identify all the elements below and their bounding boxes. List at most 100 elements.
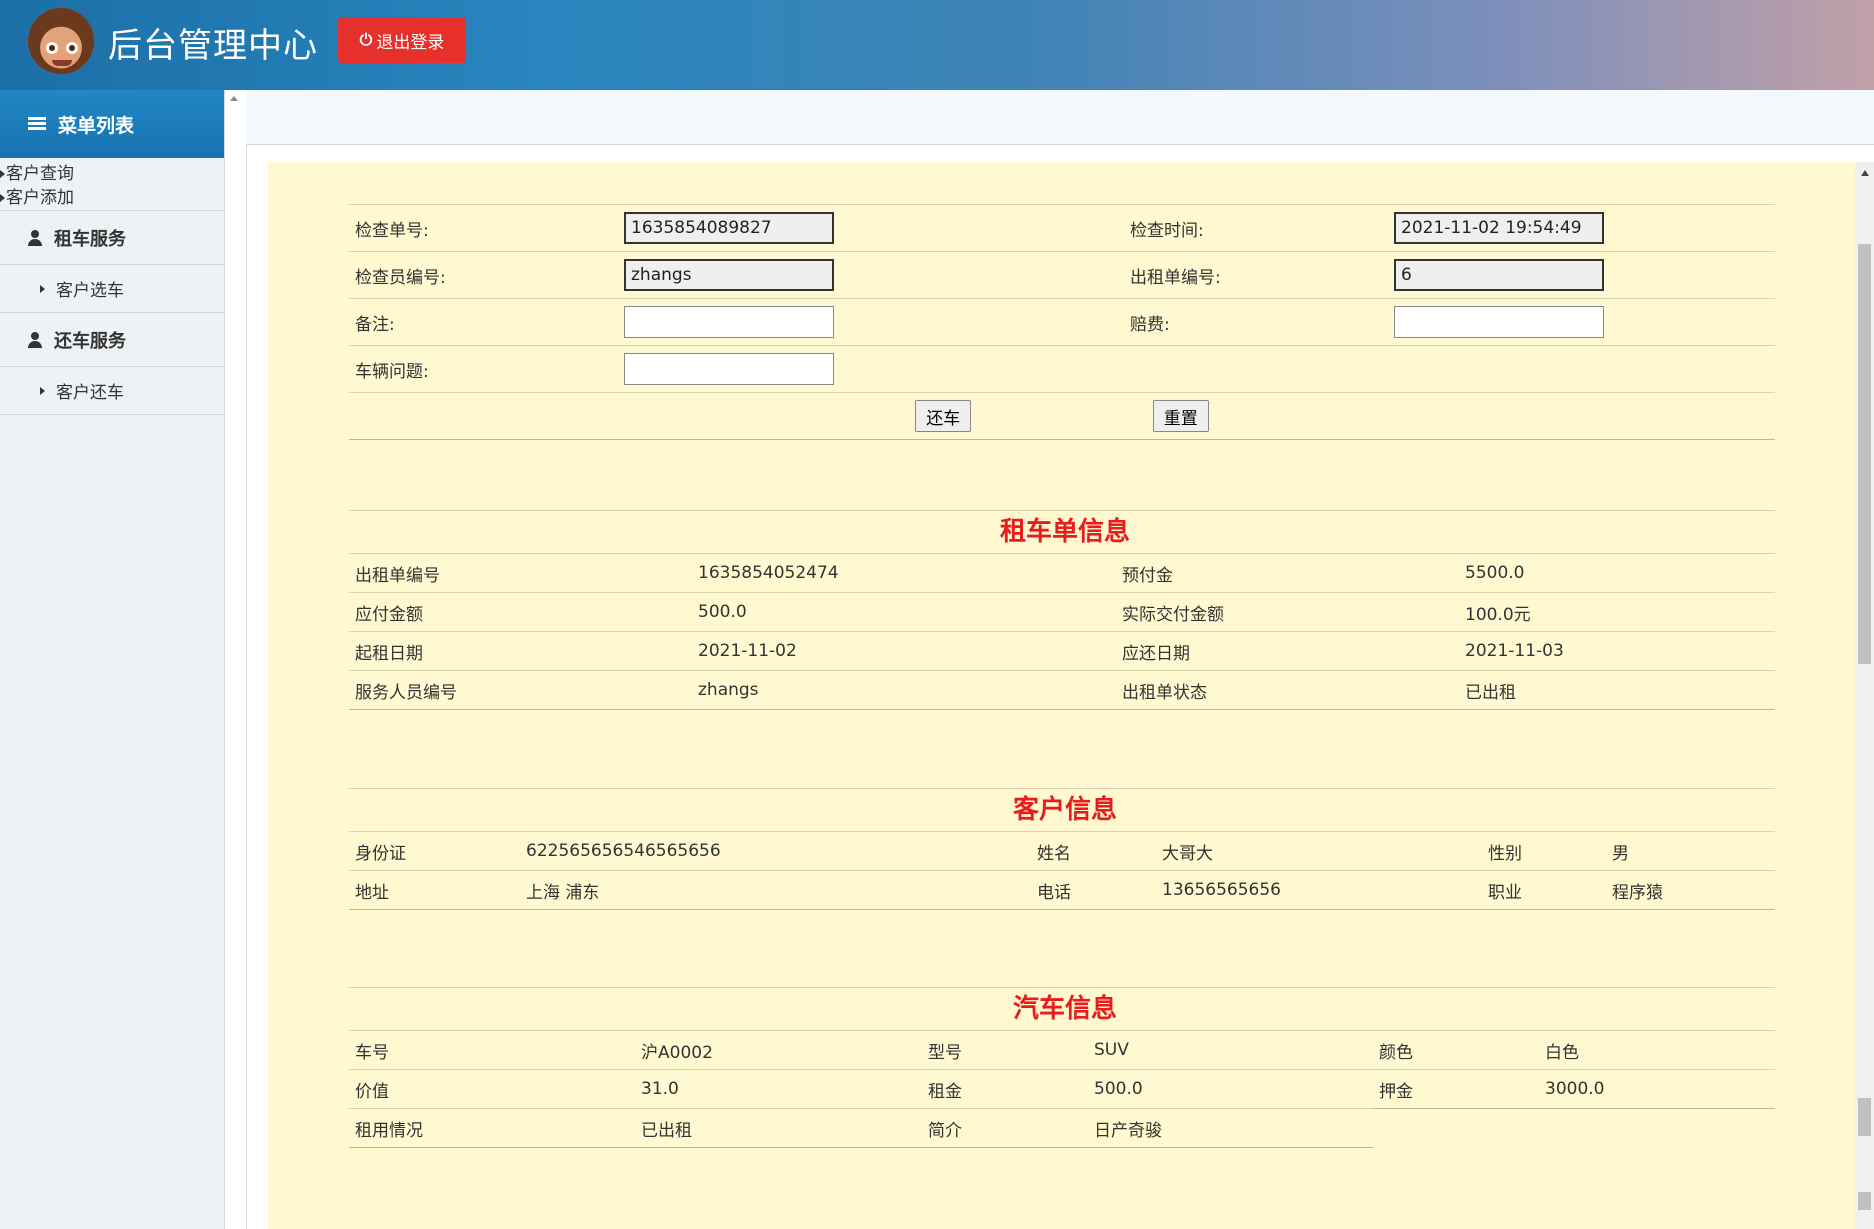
return-form: 检查单号: 检查时间: 检查员编号: 出租单编号: 备注: 赔费: 车辆问题: … xyxy=(349,204,1775,440)
sidebar-item-label: 客户添加 xyxy=(6,188,74,208)
section-title: 还车服务 xyxy=(54,330,126,352)
sidebar-item-label: 客户选车 xyxy=(56,281,124,301)
check-no-field[interactable] xyxy=(624,212,834,244)
customer-info-table: 客户信息 身份证 622565656546565656 姓名 大哥大 性别 男 … xyxy=(349,788,1775,910)
scrollbar-thumb-secondary xyxy=(1858,1098,1871,1136)
table-row: 应付金额 500.0 实际交付金额 100.0元 xyxy=(349,592,1775,632)
list-icon xyxy=(28,117,46,131)
table-cell: 已出租 xyxy=(1459,670,1775,710)
compensation-field[interactable] xyxy=(1394,306,1604,338)
check-time-field[interactable] xyxy=(1394,212,1604,244)
caret-right-icon xyxy=(40,284,45,293)
caret-right-icon xyxy=(0,170,5,178)
table-cell: 出租单编号 xyxy=(349,553,692,593)
table-cell: 2021-11-03 xyxy=(1459,631,1775,671)
table-cell: 电话 xyxy=(1031,870,1156,910)
caret-right-icon xyxy=(0,194,5,202)
scroll-up-arrow-icon[interactable] xyxy=(1861,170,1869,176)
sidebar-item-customer-return-car[interactable]: 客户还车 xyxy=(0,367,224,415)
user-icon xyxy=(28,331,42,348)
table-cell: 租金 xyxy=(922,1069,1088,1109)
sidebar-item-customer-query[interactable]: 客户查询 xyxy=(0,162,224,186)
form-row: 检查单号: 检查时间: xyxy=(349,204,1775,252)
form-row: 备注: 赔费: xyxy=(349,298,1775,346)
user-icon xyxy=(28,229,42,246)
table-cell: 3000.0 xyxy=(1539,1069,1775,1109)
sidebar: 菜单列表 客户查询 客户添加 租车服务 客户选车 还车服务 客户还车 xyxy=(0,90,225,1229)
reset-button[interactable]: 重置 xyxy=(1152,400,1209,432)
top-header: 后台管理中心 ⏻ 退出登录 xyxy=(0,0,1874,90)
table-cell: 日产奇骏 xyxy=(1088,1108,1373,1148)
compensation-label: 赔费: xyxy=(1124,298,1394,346)
table-cell: 应还日期 xyxy=(1116,631,1459,671)
logout-label: 退出登录 xyxy=(376,32,445,53)
table-cell: 押金 xyxy=(1373,1069,1539,1109)
power-icon: ⏻ xyxy=(359,30,373,49)
table-row: 价值 31.0 租金 500.0 押金 3000.0 xyxy=(349,1069,1775,1109)
problem-field[interactable] xyxy=(624,353,834,385)
table-cell: 价值 xyxy=(349,1069,635,1109)
table-row: 服务人员编号 zhangs 出租单状态 已出租 xyxy=(349,670,1775,710)
table-cell: 2021-11-02 xyxy=(692,631,1116,671)
table-cell: 颜色 xyxy=(1373,1030,1539,1070)
table-cell: 身份证 xyxy=(349,831,520,871)
car-info-table: 汽车信息 车号 沪A0002 型号 SUV 颜色 白色 价值 31.0 租金 5… xyxy=(349,987,1775,1148)
check-no-label: 检查单号: xyxy=(349,204,624,252)
rental-info-title: 租车单信息 xyxy=(349,510,1775,554)
sidebar-section-rent-service[interactable]: 租车服务 xyxy=(0,211,224,265)
table-cell: 姓名 xyxy=(1031,831,1156,871)
table-cell: 性别 xyxy=(1482,831,1606,871)
table-cell: SUV xyxy=(1088,1030,1373,1070)
menu-header: 菜单列表 xyxy=(0,90,224,158)
rent-no-label: 出租单编号: xyxy=(1124,251,1394,299)
form-row: 车辆问题: xyxy=(349,345,1775,393)
table-cell: 大哥大 xyxy=(1156,831,1482,871)
table-cell: 5500.0 xyxy=(1459,553,1775,593)
table-cell: 地址 xyxy=(349,870,520,910)
table-cell: 预付金 xyxy=(1116,553,1459,593)
table-cell: 车号 xyxy=(349,1030,635,1070)
table-cell: 简介 xyxy=(922,1108,1088,1148)
vertical-scrollbar[interactable] xyxy=(1855,162,1874,1229)
inspector-label: 检查员编号: xyxy=(349,251,624,299)
rent-no-field[interactable] xyxy=(1394,259,1604,291)
scroll-up-arrow-icon[interactable] xyxy=(230,96,238,101)
table-cell: 100.0元 xyxy=(1459,592,1775,632)
table-cell: 出租单状态 xyxy=(1116,670,1459,710)
table-row: 起租日期 2021-11-02 应还日期 2021-11-03 xyxy=(349,631,1775,671)
table-cell: 已出租 xyxy=(635,1108,922,1148)
car-info-title: 汽车信息 xyxy=(349,987,1775,1031)
customer-info-title: 客户信息 xyxy=(349,788,1775,832)
menu-title: 菜单列表 xyxy=(58,114,135,137)
frame-toolbar xyxy=(246,90,1874,145)
table-cell: 起租日期 xyxy=(349,631,692,671)
app-title: 后台管理中心 xyxy=(108,26,318,66)
remark-label: 备注: xyxy=(349,298,624,346)
table-cell: zhangs xyxy=(692,670,1116,710)
caret-right-icon xyxy=(40,386,45,395)
table-row: 出租单编号 1635854052474 预付金 5500.0 xyxy=(349,553,1775,593)
table-row: 地址 上海 浦东 电话 13656565656 职业 程序猿 xyxy=(349,870,1775,910)
inspector-field[interactable] xyxy=(624,259,834,291)
rental-info-table: 租车单信息 出租单编号 1635854052474 预付金 5500.0 应付金… xyxy=(349,510,1775,710)
check-time-label: 检查时间: xyxy=(1124,204,1394,252)
return-car-button[interactable]: 还车 xyxy=(915,400,972,432)
table-cell: 职业 xyxy=(1482,870,1606,910)
logout-button[interactable]: ⏻ 退出登录 xyxy=(338,17,466,63)
sidebar-section-return-service[interactable]: 还车服务 xyxy=(0,313,224,367)
table-cell: 型号 xyxy=(922,1030,1088,1070)
form-button-row: 还车 重置 xyxy=(349,392,1775,440)
table-row: 车号 沪A0002 型号 SUV 颜色 白色 xyxy=(349,1030,1775,1070)
plain-link-list: 客户查询 客户添加 xyxy=(0,158,224,211)
remark-field[interactable] xyxy=(624,306,834,338)
table-cell: 13656565656 xyxy=(1156,870,1482,910)
table-row: 身份证 622565656546565656 姓名 大哥大 性别 男 xyxy=(349,831,1775,871)
sidebar-item-label: 客户还车 xyxy=(56,383,124,403)
table-cell: 1635854052474 xyxy=(692,553,1116,593)
table-cell: 程序猿 xyxy=(1606,870,1775,910)
sidebar-item-customer-select-car[interactable]: 客户选车 xyxy=(0,265,224,313)
sidebar-item-customer-add[interactable]: 客户添加 xyxy=(0,186,224,210)
scrollbar-thumb[interactable] xyxy=(1858,244,1871,664)
form-row: 检查员编号: 出租单编号: xyxy=(349,251,1775,299)
table-cell: 租用情况 xyxy=(349,1108,635,1148)
